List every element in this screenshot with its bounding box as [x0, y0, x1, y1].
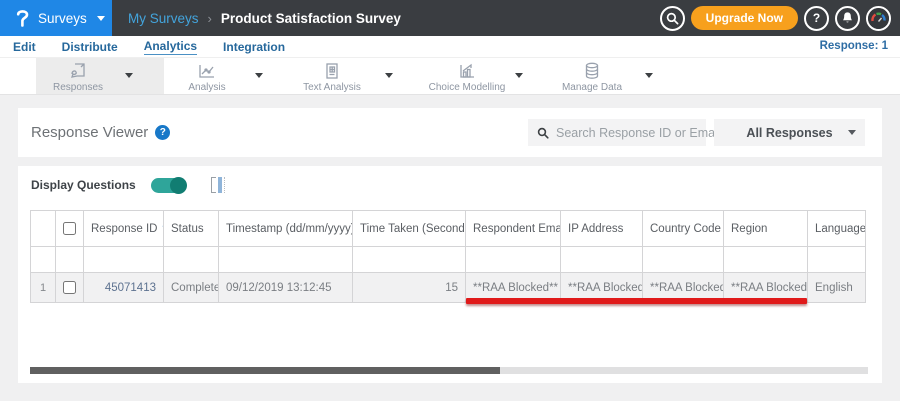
text-analysis-dropdown-caret[interactable] — [385, 73, 393, 78]
responses-icon — [68, 61, 88, 81]
toolbar-item-responses[interactable]: Responses — [36, 61, 120, 93]
header-actions: Upgrade Now ? — [659, 0, 891, 36]
row-checkbox[interactable] — [63, 281, 76, 294]
toggle-knob — [169, 176, 187, 194]
filter-cell[interactable] — [84, 247, 164, 273]
filter-cell[interactable] — [466, 247, 561, 273]
select-all-cell — [56, 211, 84, 247]
notifications-button[interactable] — [835, 5, 860, 31]
chevron-down-icon — [848, 130, 856, 135]
select-all-checkbox[interactable] — [63, 222, 76, 235]
responses-table: Response ID ▾ Status Timestamp (dd/mm/yy… — [30, 210, 866, 304]
choice-modelling-dropdown-caret[interactable] — [515, 73, 523, 78]
filter-cell — [31, 247, 56, 273]
column-header-response-id[interactable]: Response ID ▾ — [84, 211, 164, 247]
toolbar-item-manage-data[interactable]: Manage Data — [550, 61, 634, 93]
filter-cell[interactable] — [808, 247, 866, 273]
column-header-country-code[interactable]: Country Code — [643, 211, 724, 247]
toolbar-item-choice-modelling[interactable]: Choice Modelling — [425, 61, 509, 93]
filter-cell[interactable] — [164, 247, 219, 273]
toolbar-item-text-analysis[interactable]: Text Analysis — [290, 61, 374, 93]
line-chart-icon — [197, 61, 217, 81]
filter-cell[interactable] — [724, 247, 808, 273]
row-select-cell — [56, 273, 84, 303]
toolbar-item-analysis[interactable]: Analysis — [165, 61, 249, 93]
help-button[interactable]: ? — [804, 5, 829, 31]
document-grid-icon — [322, 61, 342, 81]
response-count: Response: 1 — [819, 40, 888, 52]
filter-cell — [56, 247, 84, 273]
product-switcher[interactable]: Surveys — [0, 0, 112, 36]
response-search-box — [528, 119, 717, 146]
row-number: 1 — [31, 273, 56, 303]
search-button[interactable] — [659, 5, 685, 31]
horizontal-scrollbar[interactable] — [30, 367, 868, 374]
bell-icon — [841, 11, 854, 25]
chevron-down-icon — [96, 15, 105, 21]
display-questions-label: Display Questions — [31, 178, 136, 192]
freeze-columns-icon[interactable] — [210, 177, 225, 193]
response-table-card: Display Questions Response ID ▾ Status T… — [18, 166, 882, 383]
analytics-toolbar: Responses Analysis Text Analysis Choice … — [0, 58, 900, 95]
breadcrumb-my-surveys[interactable]: My Surveys — [128, 11, 199, 26]
filter-cell[interactable] — [643, 247, 724, 273]
column-header-language[interactable]: Language — [808, 211, 866, 247]
database-icon — [582, 61, 602, 81]
red-highlight-underline — [466, 298, 807, 304]
search-icon — [666, 12, 679, 25]
breadcrumb: My Surveys › Product Satisfaction Survey — [128, 0, 401, 36]
question-mark-icon: ? — [812, 11, 821, 25]
tab-analytics[interactable]: Analytics — [143, 39, 198, 55]
column-header-time-taken[interactable]: Time Taken (Seconds) ⇅ — [353, 211, 466, 247]
column-header-timestamp[interactable]: Timestamp (dd/mm/yyyy) ⇅ — [219, 211, 353, 247]
response-search-input[interactable] — [556, 125, 717, 140]
cell-timestamp: 09/12/2019 13:12:45 — [219, 273, 353, 303]
profile-gauge-icon — [868, 7, 889, 29]
breadcrumb-separator: › — [207, 10, 212, 26]
avatar[interactable] — [866, 5, 891, 31]
responses-dropdown-caret[interactable] — [125, 73, 133, 78]
breadcrumb-current-survey: Product Satisfaction Survey — [220, 10, 401, 26]
display-questions-row: Display Questions — [31, 176, 225, 194]
toolbar-label: Choice Modelling — [428, 82, 506, 93]
analysis-dropdown-caret[interactable] — [255, 73, 263, 78]
toolbar-label: Analysis — [188, 82, 226, 93]
toolbar-label: Responses — [52, 82, 104, 93]
filter-selected-value: All Responses — [746, 125, 833, 140]
bar-chart-icon — [457, 61, 477, 81]
display-questions-toggle[interactable] — [150, 176, 187, 194]
cell-language: English — [808, 273, 866, 303]
tab-distribute[interactable]: Distribute — [62, 40, 118, 54]
toolbar-label: Text Analysis — [303, 82, 361, 93]
column-header-ip-address[interactable]: IP Address — [561, 211, 643, 247]
filter-cell[interactable] — [561, 247, 643, 273]
filter-cell[interactable] — [353, 247, 466, 273]
product-label: Surveys — [38, 10, 87, 26]
survey-nav-tabs: Edit Distribute Analytics Integration Re… — [0, 36, 900, 58]
top-header-bar: Surveys My Surveys › Product Satisfactio… — [0, 0, 900, 36]
response-viewer-help-icon[interactable]: ? — [155, 125, 171, 140]
cell-time-taken: 15 — [353, 273, 466, 303]
cell-response-id[interactable]: 45071413 — [84, 273, 164, 303]
response-filter-select[interactable]: All Responses — [714, 119, 865, 146]
filter-cell[interactable] — [219, 247, 353, 273]
row-number-header — [31, 211, 56, 247]
upgrade-now-button[interactable]: Upgrade Now — [690, 6, 798, 30]
search-icon — [537, 127, 549, 139]
scrollbar-thumb[interactable] — [30, 367, 500, 374]
column-header-respondent-email[interactable]: Respondent Email — [466, 211, 561, 247]
manage-data-dropdown-caret[interactable] — [645, 73, 653, 78]
toolbar-label: Manage Data — [561, 82, 623, 93]
cell-status: Completed — [164, 273, 219, 303]
page-title: Response Viewer — [31, 124, 149, 141]
questionpro-logo-icon — [15, 8, 30, 28]
tab-edit[interactable]: Edit — [13, 40, 36, 54]
tab-integration[interactable]: Integration — [223, 40, 285, 54]
column-header-status[interactable]: Status — [164, 211, 219, 247]
response-viewer-header: Response Viewer ? All Responses — [18, 108, 882, 157]
column-header-region[interactable]: Region — [724, 211, 808, 247]
